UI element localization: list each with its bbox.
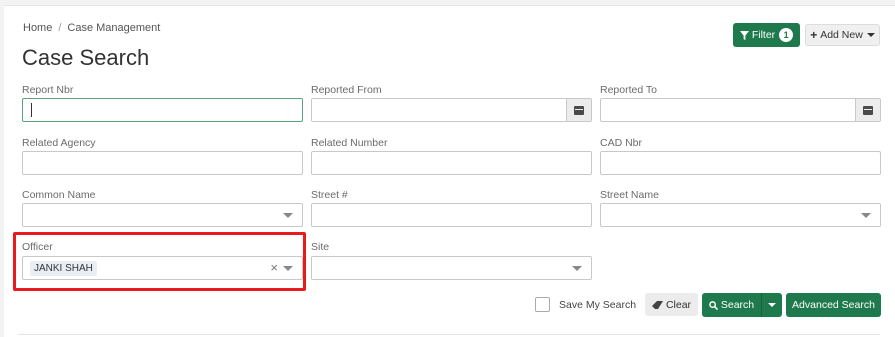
cad-nbr-label: CAD Nbr <box>600 137 643 149</box>
add-new-button[interactable]: + Add New <box>805 24 880 46</box>
search-button-group: Search <box>702 293 782 317</box>
report-nbr-label: Report Nbr <box>22 84 74 96</box>
search-dropdown-toggle[interactable] <box>762 293 782 317</box>
cad-nbr-input[interactable] <box>600 151 881 175</box>
clear-label: Clear <box>665 298 692 311</box>
save-my-search-checkbox[interactable] <box>535 297 550 312</box>
chevron-down-icon <box>572 266 582 271</box>
officer-label: Officer <box>22 241 53 253</box>
reported-from-label: Reported From <box>311 84 382 96</box>
bottom-divider <box>18 334 880 335</box>
street-no-label: Street # <box>311 189 348 201</box>
add-new-label: Add New <box>820 29 863 41</box>
officer-select[interactable]: JANKI SHAH × <box>22 256 303 280</box>
related-agency-input[interactable] <box>22 151 303 175</box>
officer-selected-chip: JANKI SHAH <box>30 261 97 276</box>
calendar-icon <box>574 105 584 115</box>
street-name-label: Street Name <box>600 189 659 201</box>
reported-to-calendar-button[interactable] <box>855 99 880 121</box>
clear-button[interactable]: Clear <box>645 293 698 316</box>
search-icon <box>709 300 718 310</box>
clear-selection-icon[interactable]: × <box>270 260 278 275</box>
search-label: Search <box>720 299 755 311</box>
breadcrumb-home[interactable]: Home <box>23 22 52 34</box>
save-my-search-label: Save My Search <box>559 299 637 311</box>
breadcrumb-separator: / <box>58 22 62 34</box>
calendar-icon <box>863 105 873 115</box>
street-name-select[interactable] <box>600 203 881 227</box>
filter-button[interactable]: Filter 1 <box>733 23 800 47</box>
breadcrumb-current[interactable]: Case Management <box>67 22 160 34</box>
advanced-search-label: Advanced Search <box>792 299 875 311</box>
related-number-label: Related Number <box>311 137 388 149</box>
chevron-down-icon <box>283 266 293 271</box>
common-name-label: Common Name <box>22 189 96 201</box>
text-caret <box>31 103 32 117</box>
chevron-down-icon <box>283 213 293 218</box>
report-nbr-input[interactable] <box>22 98 303 122</box>
plus-icon: + <box>810 28 818 42</box>
street-no-input[interactable] <box>311 203 592 227</box>
caret-down-icon <box>866 33 875 37</box>
eraser-icon <box>651 300 663 309</box>
site-label: Site <box>311 241 330 253</box>
reported-to-input[interactable] <box>600 98 881 122</box>
search-button[interactable]: Search <box>702 293 761 317</box>
filter-label: Filter <box>751 29 776 41</box>
reported-to-label: Reported To <box>600 84 658 96</box>
left-edge <box>0 5 4 337</box>
reported-from-input[interactable] <box>311 98 592 122</box>
reported-from-calendar-button[interactable] <box>566 99 591 121</box>
page-title: Case Search <box>22 45 150 70</box>
filter-count-badge: 1 <box>779 28 794 42</box>
breadcrumb: Home / Case Management <box>23 22 160 34</box>
related-agency-label: Related Agency <box>22 137 96 149</box>
related-number-input[interactable] <box>311 151 592 175</box>
filter-icon <box>739 30 749 40</box>
site-select[interactable] <box>311 256 592 280</box>
advanced-search-button[interactable]: Advanced Search <box>786 293 881 317</box>
common-name-select[interactable] <box>22 203 303 227</box>
caret-down-icon <box>768 303 776 307</box>
chevron-down-icon <box>861 213 871 218</box>
top-edge <box>0 0 895 6</box>
